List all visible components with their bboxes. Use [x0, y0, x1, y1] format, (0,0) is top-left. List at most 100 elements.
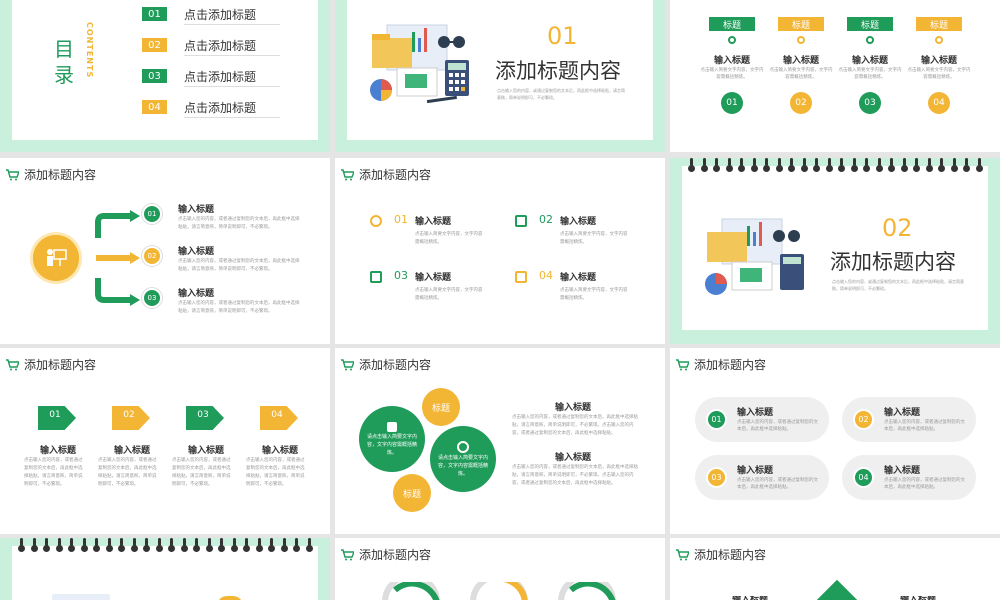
spiral-ring	[18, 538, 26, 552]
pentagon-desc-3: 点击输入您的内容，或者通过复制您的文本后，再此框中选择粘贴，请言简意赅，简单说明…	[172, 458, 231, 487]
spiral-ring	[130, 538, 139, 552]
spiral-ring	[168, 538, 176, 552]
donut-rings	[382, 582, 616, 600]
office-illustration	[705, 218, 804, 295]
spiral-ring	[180, 538, 189, 552]
block-desc-2: 点击输入您的内容，或者通过复制您的文本后，再此框中选择粘贴，请言简意赅，简单说明…	[512, 465, 638, 486]
pill-desc-3: 点击输入您的内容，或者通过复制您的文本后，再此框中选择粘贴。	[737, 478, 818, 490]
tag-3: 标题	[847, 17, 893, 31]
cart-icon	[6, 358, 19, 370]
slide-section-01[interactable]: 01 添加标题内容 点击输入您的内容，或通过复制您的文本后，再此框中选择粘贴，请…	[335, 0, 665, 152]
slide-arrows[interactable]: 添加标题内容 01 输入标题 点击输入您的内容，或者通过复制您的文本后，再此框中选择…	[0, 158, 330, 344]
spiral-ring	[863, 158, 871, 172]
pill-desc-4: 点击输入您的内容，或者通过复制您的文本后，再此框中选择粘贴。	[884, 478, 965, 490]
grid-num-3: 03	[394, 269, 408, 282]
slide-pentagons[interactable]: 添加标题内容 01 输入标题 点击输入您的内容，或者通过复制您的文本后，再此框中选择…	[0, 348, 330, 534]
people-icon	[370, 271, 382, 283]
cart-icon	[676, 548, 689, 560]
spiral-ring	[963, 158, 971, 172]
cart-icon	[676, 358, 689, 370]
spiral-ring	[763, 158, 771, 172]
partial-title-left: 输入标题	[732, 596, 768, 600]
slide-pills[interactable]: 添加标题内容 01 输入标题 点击输入您的内容，或者通过复制您的文本后，再此框中选择…	[670, 348, 1000, 534]
spiral-ring	[950, 158, 959, 172]
grid-num-1: 01	[394, 213, 408, 226]
slide-section-03-partial[interactable]	[0, 538, 330, 600]
dot-1	[728, 36, 736, 44]
toc-item-4[interactable]: 点击添加标题	[184, 99, 280, 118]
grid-desc-1: 点击输入简要文字内容，文字内容需概括精炼。	[415, 232, 483, 245]
grid-num-2: 02	[539, 213, 553, 226]
slide-diamond-partial[interactable]: 添加标题内容 输入标题 输入标题	[670, 538, 1000, 600]
cart-icon	[6, 168, 19, 180]
cart-icon	[341, 548, 354, 560]
step-desc-3: 点击输入您的内容，或者通过复制您的文本后，再此框中选择粘贴，请言简意赅，简单说明…	[178, 301, 300, 314]
spiral-ring	[55, 538, 64, 552]
slide-icon-grid[interactable]: 添加标题内容 01 输入标题 点击输入简要文字内容，文字内容需概括精炼。 02 输入标题…	[335, 158, 665, 344]
spiral-ring	[305, 538, 314, 552]
refresh-icon	[457, 441, 469, 453]
pill-num-4: 04	[853, 467, 874, 488]
slide-section-02[interactable]: 02 添加标题内容 点击输入您的内容，或通过复制您的文本后，再此框中选择粘贴，请…	[670, 158, 1000, 344]
step-circle-2: 02	[142, 246, 162, 266]
dot-4	[935, 36, 943, 44]
spiral-ring	[850, 158, 859, 172]
pentagon-title-2: 输入标题	[113, 446, 150, 456]
tag-desc-1: 点击输入简要文字内容，文字内容需概括精炼。	[700, 68, 764, 80]
spiral-ring	[688, 158, 696, 172]
spiral-ring	[713, 158, 721, 172]
spiral-ring	[913, 158, 921, 172]
diamond-shape	[815, 579, 859, 600]
pentagon-num-3: 03	[197, 410, 209, 420]
pill-title-1: 输入标题	[737, 408, 774, 418]
toc-item-2[interactable]: 点击添加标题	[184, 37, 280, 56]
gear-icon	[387, 422, 397, 432]
grid-title-3: 输入标题	[415, 273, 452, 283]
contents-label: CONTENTS	[85, 22, 94, 79]
slide-contents[interactable]: 目录 CONTENTS 01 点击添加标题 02 点击添加标题 03 点击添加标题 04 点击…	[0, 0, 330, 152]
dot-2	[797, 36, 805, 44]
grid-title-2: 输入标题	[560, 217, 597, 227]
spiral-ring	[813, 158, 821, 172]
spiral-ring	[738, 158, 746, 172]
toc-item-1[interactable]: 点击添加标题	[184, 6, 280, 25]
contents-title: 目录	[54, 37, 74, 87]
toc-item-3[interactable]: 点击添加标题	[184, 68, 280, 87]
bubble-green-left: 请点击输入简要文字内容，文字内容需概括精炼。	[359, 406, 425, 472]
bubble-title-top: 标题	[422, 388, 460, 426]
spiral-ring	[80, 538, 89, 552]
step-desc-1: 点击输入您的内容，或者通过复制您的文本后，再此框中选择粘贴，请言简意赅，简单说明…	[178, 217, 300, 230]
section-title: 添加标题内容	[830, 250, 956, 274]
slide-rings-partial[interactable]: 添加标题内容	[335, 538, 665, 600]
pentagon-desc-4: 点击输入您的内容，或者通过复制您的文本后，再此框中选择粘贴，请言简意赅，简单说明…	[246, 458, 305, 487]
tag-title-4: 输入标题	[920, 56, 957, 66]
section-desc: 点击输入您的内容，或通过复制您的文本后，再此框中选择粘贴，请言简意赅，简单说明即…	[832, 279, 964, 291]
toc-num-1: 01	[142, 7, 167, 21]
num-circle-4: 04	[928, 92, 950, 114]
spiral-ring	[788, 158, 796, 172]
spiral-ring	[700, 158, 709, 172]
block-title-2: 输入标题	[555, 453, 592, 463]
pentagon-desc-2: 点击输入您的内容，或者通过复制您的文本后，再此框中选择粘贴，请言简意赅，简单说明…	[98, 458, 157, 487]
spiral-ring	[218, 538, 226, 552]
section-desc: 点击输入您的内容，或通过复制您的文本后，再此框中选择粘贴，请言简意赅，简单说明即…	[497, 88, 625, 100]
spiral-ring	[243, 538, 251, 552]
spiral-ring	[825, 158, 834, 172]
tag-desc-3: 点击输入简要文字内容，文字内容需概括精炼。	[838, 68, 902, 80]
grid-title-1: 输入标题	[415, 217, 452, 227]
tag-1: 标题	[709, 17, 755, 31]
dot-3	[866, 36, 874, 44]
slide-four-tags[interactable]: 标题 输入标题 点击输入简要文字内容，文字内容需概括精炼。 01 标题 输入标题 点击输入简…	[670, 0, 1000, 152]
pill-num-3: 03	[706, 467, 727, 488]
spiral-ring	[193, 538, 201, 552]
step-desc-2: 点击输入您的内容，或者通过复制您的文本后，再此框中选择粘贴，请言简意赅，简单说明…	[178, 259, 300, 272]
pill-title-3: 输入标题	[737, 466, 774, 476]
slide-bubbles[interactable]: 添加标题内容 标题 请点击输入简要文字内容，文字内容需概括精炼。 请点击输入简要…	[335, 348, 665, 534]
grid-desc-2: 点击输入简要文字内容，文字内容需概括精炼。	[560, 232, 628, 245]
num-circle-2: 02	[790, 92, 812, 114]
cart-icon	[341, 358, 354, 370]
spiral-ring	[105, 538, 114, 552]
grid-num-4: 04	[539, 269, 553, 282]
bubble-green-right: 请点击输入简要文字内容，文字内容需概括精炼。	[430, 426, 496, 492]
spiral-ring	[293, 538, 301, 552]
